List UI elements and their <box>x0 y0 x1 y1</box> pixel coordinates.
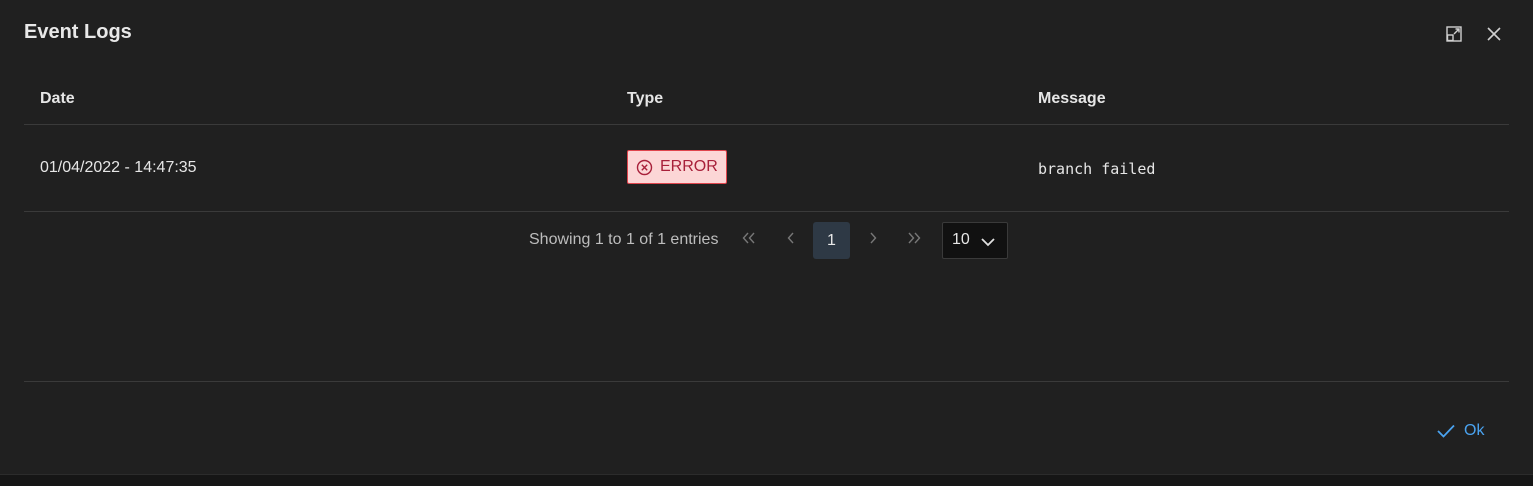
chevron-left-icon <box>786 231 796 250</box>
page-1-button[interactable]: 1 <box>813 222 850 259</box>
footer-divider <box>24 381 1509 382</box>
pagination-info: Showing 1 to 1 of 1 entries <box>529 231 719 248</box>
event-logs-table: Date Type Message 01/04/2022 - 14:47:35 … <box>24 72 1509 212</box>
column-header-type[interactable]: Type <box>627 90 663 108</box>
ok-button[interactable]: Ok <box>1436 418 1484 444</box>
background-strip <box>0 474 1533 486</box>
chevron-down-icon <box>980 235 996 253</box>
last-page-button[interactable] <box>895 222 932 259</box>
previous-page-button[interactable] <box>772 222 809 259</box>
double-chevron-left-icon <box>741 231 757 250</box>
column-header-message[interactable]: Message <box>1038 90 1106 108</box>
status-badge-label: ERROR <box>660 158 718 175</box>
close-icon <box>1486 26 1502 42</box>
times-circle-icon <box>636 159 653 176</box>
first-page-button[interactable] <box>730 222 767 259</box>
column-header-date[interactable]: Date <box>40 90 75 108</box>
double-chevron-right-icon <box>906 231 922 250</box>
next-page-button[interactable] <box>854 222 891 259</box>
window-maximize-icon <box>1445 25 1463 43</box>
rows-per-page-value: 10 <box>952 231 970 248</box>
chevron-right-icon <box>868 231 878 250</box>
table-header: Date Type Message <box>24 72 1509 125</box>
table-row[interactable]: 01/04/2022 - 14:47:35 ERROR branch faile… <box>24 125 1509 212</box>
paginator: Showing 1 to 1 of 1 entries 1 10 <box>0 222 1533 259</box>
check-icon <box>1436 423 1456 439</box>
status-badge: ERROR <box>627 150 727 184</box>
cell-message: branch failed <box>1038 160 1156 178</box>
event-logs-dialog: Event Logs Date Type Message 01/04/2022 … <box>0 0 1533 474</box>
close-button[interactable] <box>1482 22 1506 46</box>
ok-button-label: Ok <box>1464 422 1485 439</box>
dialog-title: Event Logs <box>24 21 132 43</box>
cell-date: 01/04/2022 - 14:47:35 <box>40 159 197 176</box>
rows-per-page-dropdown[interactable]: 10 <box>942 222 1008 259</box>
maximize-button[interactable] <box>1442 22 1466 46</box>
